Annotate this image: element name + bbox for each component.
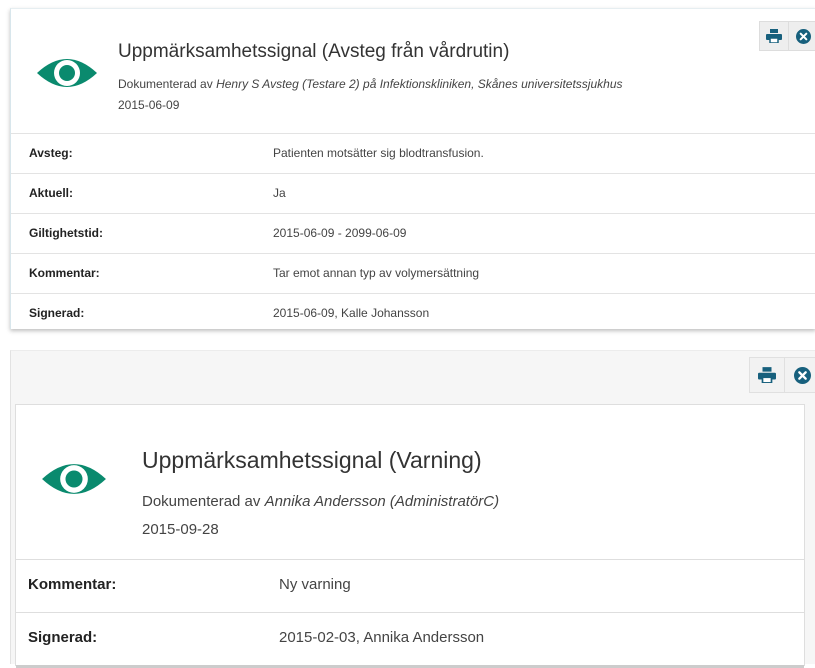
documented-prefix: Dokumenterad av bbox=[118, 77, 217, 91]
detail-row-signerad: Signerad: 2015-06-09, Kalle Johansson bbox=[11, 293, 815, 333]
detail-value: Tar emot annan typ av volymersättning bbox=[273, 266, 480, 280]
close-button[interactable] bbox=[785, 357, 815, 393]
detail-value: Ny varning bbox=[279, 576, 351, 593]
detail-row-giltighetstid: Giltighetstid: 2015-06-09 - 2099-06-09 bbox=[11, 213, 815, 253]
detail-label: Avsteg: bbox=[29, 146, 73, 160]
signal-title: Uppmärksamhetssignal (Varning) bbox=[142, 447, 482, 473]
detail-row-signerad: Signerad: 2015-02-03, Annika Andersson bbox=[16, 612, 804, 668]
documented-prefix: Dokumenterad av bbox=[142, 493, 265, 510]
detail-label: Signerad: bbox=[28, 629, 98, 646]
documented-by-name: Annika Andersson (AdministratörC) bbox=[264, 493, 500, 510]
signal-card-avsteg: Uppmärksamhetssignal (Avsteg från vårdru… bbox=[10, 8, 815, 329]
detail-row-kommentar: Kommentar: Tar emot annan typ av volymer… bbox=[11, 253, 815, 293]
detail-value: 2015-06-09, Kalle Johansson bbox=[273, 306, 430, 320]
close-circle-icon bbox=[796, 28, 811, 44]
signal-date: 2015-09-28 bbox=[142, 521, 219, 538]
documented-by-name: Henry S Avsteg (Testare 2) på Infektions… bbox=[216, 77, 623, 91]
print-icon bbox=[758, 367, 776, 383]
close-button[interactable] bbox=[789, 21, 815, 51]
card-actions bbox=[749, 357, 815, 393]
print-button[interactable] bbox=[749, 357, 785, 393]
signal-card-header: Uppmärksamhetssignal (Avsteg från vårdru… bbox=[11, 9, 815, 133]
detail-row-aktuell: Aktuell: Ja bbox=[11, 173, 815, 213]
detail-label: Aktuell: bbox=[29, 186, 74, 200]
detail-value: 2015-02-03, Annika Andersson bbox=[279, 629, 485, 646]
detail-label: Kommentar: bbox=[29, 266, 100, 280]
detail-value: 2015-06-09 - 2099-06-09 bbox=[273, 226, 407, 240]
signal-details-table: Avsteg: Patienten motsätter sig blodtran… bbox=[11, 133, 815, 333]
detail-label: Signerad: bbox=[29, 306, 85, 320]
print-button[interactable] bbox=[759, 21, 789, 51]
detail-row-kommentar: Kommentar: Ny varning bbox=[16, 559, 804, 612]
signal-card-varning: Uppmärksamhetssignal (Varning) Dokumente… bbox=[15, 404, 805, 668]
detail-label: Giltighetstid: bbox=[29, 226, 103, 240]
documented-by-line: Dokumenterad av Henry S Avsteg (Testare … bbox=[118, 77, 623, 91]
signal-title: Uppmärksamhetssignal (Avsteg från vårdru… bbox=[118, 41, 510, 62]
detail-value: Ja bbox=[273, 186, 286, 200]
card-actions bbox=[759, 21, 815, 51]
detail-value: Patienten motsätter sig blodtransfusion. bbox=[273, 146, 484, 160]
detail-row-avsteg: Avsteg: Patienten motsätter sig blodtran… bbox=[11, 133, 815, 173]
documented-by-line: Dokumenterad av Annika Andersson (Admini… bbox=[142, 493, 499, 510]
signal-details-table: Kommentar: Ny varning Signerad: 2015-02-… bbox=[16, 559, 804, 668]
eye-icon bbox=[37, 59, 97, 87]
detail-label: Kommentar: bbox=[28, 576, 117, 593]
close-circle-icon bbox=[794, 366, 811, 384]
eye-icon bbox=[42, 464, 106, 494]
signal-date: 2015-06-09 bbox=[118, 98, 180, 112]
print-icon bbox=[766, 29, 782, 43]
signal-panel-varning: Uppmärksamhetssignal (Varning) Dokumente… bbox=[10, 350, 815, 668]
